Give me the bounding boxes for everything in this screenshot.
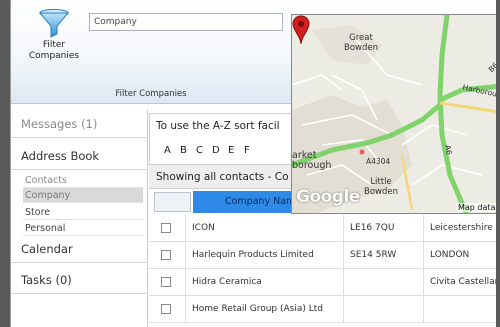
company-cell: Home Retail Group (Asia) Ltd [186,296,344,322]
postcode-cell [344,296,424,322]
row-select-cell [149,242,186,268]
postcode-cell [344,269,424,295]
sidebar-subitem-store[interactable]: Store [23,205,143,220]
sidebar-item-tasks[interactable]: Tasks (0) [11,266,148,294]
location-map[interactable]: Great Bowden arket borough Little Bowden… [291,14,496,214]
region-cell: Leicestershire [430,223,493,233]
table-row[interactable]: ICON LE16 7QU Leicestershire [149,215,496,242]
map-label-great-bowden: Great Bowden [344,33,378,53]
letter-a-link[interactable]: A [164,145,180,156]
map-road-a6: A6 [443,144,454,156]
map-label-harborough-town: borough [292,160,332,171]
postcode-cell: LE16 7QU [344,215,424,241]
sidebar-subitem-personal[interactable]: Personal [23,221,143,236]
az-instruction-text: To use the A-Z sort facil [156,120,280,132]
letter-d-link[interactable]: D [212,145,228,156]
row-select-cell [149,269,186,295]
sidebar-item-address-book[interactable]: Address Book [11,142,148,170]
map-label-bowden: Bowden [344,43,378,53]
company-cell: Harlequin Products Limited [186,242,344,268]
map-pin-icon[interactable] [292,15,310,45]
postcode-cell: SE14 5RW [344,242,424,268]
sidebar-subitem-contacts[interactable]: Contacts [23,173,143,188]
region-cell [424,296,496,322]
company-filter-input[interactable] [89,13,283,31]
map-label-little-bowden: Little Bowden [364,177,398,197]
ribbon-group-caption: Filter Companies [115,89,187,99]
letter-c-link[interactable]: C [196,145,212,156]
filter-label-line1: Filter [42,40,66,50]
company-cell: ICON [186,215,344,241]
map-data-notice[interactable]: Map data c [456,203,496,212]
table-row[interactable]: Home Retail Group (Asia) Ltd [149,296,496,323]
funnel-icon [38,9,70,38]
google-watermark: Google [296,187,360,207]
letter-f-link[interactable]: F [244,145,260,156]
sidebar-subitem-company[interactable]: Company [23,188,143,203]
table-row[interactable]: Hidra Ceramica Civita Castellana [149,269,496,296]
map-label-bowden-2: Bowden [364,187,398,197]
region-cell: LONDON [430,250,470,260]
map-label-market-harborough: arket borough [292,151,331,171]
filter-label-line2: Companies [28,51,80,61]
select-all-header[interactable] [154,192,191,212]
table-row[interactable]: Harlequin Products Limited SE14 5RW LOND… [149,242,496,269]
row-checkbox[interactable] [161,223,171,233]
map-label-great: Great [349,33,373,43]
az-letter-bar: ABCDEF [164,145,260,156]
row-select-cell [149,215,186,241]
letter-b-link[interactable]: B [180,145,196,156]
row-checkbox[interactable] [161,250,171,260]
app-window: Filter Companies Filter Companies Messag… [10,0,496,327]
map-label-little: Little [370,177,392,187]
sidebar-item-calendar[interactable]: Calendar [11,235,148,263]
map-road-a4304: A4304 [366,157,391,166]
navigation-sidebar: Messages (1) Address Book Contacts Compa… [11,110,148,327]
region-cell: Civita Castellana [430,277,496,287]
filter-companies-button[interactable]: Filter Companies [23,8,85,74]
letter-e-link[interactable]: E [228,145,244,156]
row-checkbox[interactable] [161,277,171,287]
row-checkbox[interactable] [161,304,171,314]
row-select-cell [149,296,186,322]
company-cell: Hidra Ceramica [186,269,344,295]
sidebar-item-messages[interactable]: Messages (1) [11,110,148,138]
